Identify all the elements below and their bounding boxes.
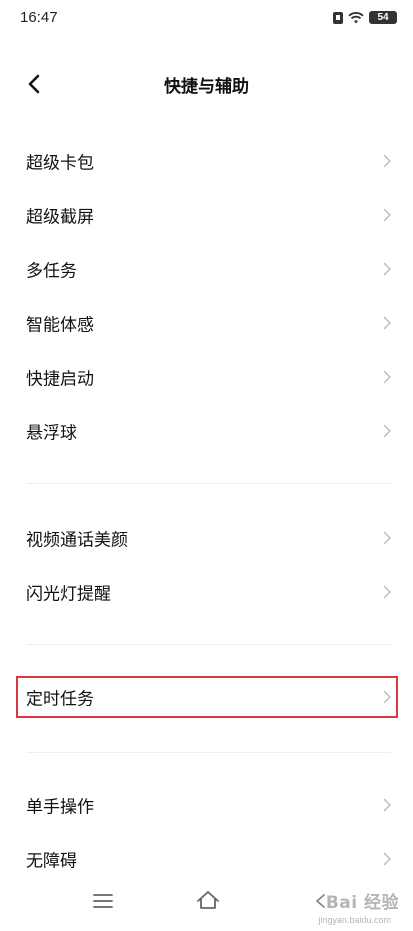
chevron-right-icon <box>383 852 392 866</box>
status-bar: 16:47 54 <box>0 0 413 40</box>
battery-indicator: 54 <box>369 11 397 24</box>
list-item-flash-reminder[interactable]: 闪光灯提醒 <box>0 565 413 619</box>
list-item-quick-launch[interactable]: 快捷启动 <box>0 350 413 404</box>
list-item-smart-motion[interactable]: 智能体感 <box>0 296 413 350</box>
highlight-box <box>16 676 398 718</box>
chevron-right-icon <box>383 316 392 330</box>
watermark-logo: Bai 经验 <box>325 893 399 913</box>
list-item-one-hand-mode[interactable]: 单手操作 <box>0 778 413 832</box>
list-item-label: 无障碍 <box>26 851 77 872</box>
section-divider <box>26 483 391 484</box>
menu-icon[interactable] <box>93 893 113 909</box>
list-item-multitask[interactable]: 多任务 <box>0 242 413 296</box>
list-item-label: 单手操作 <box>26 797 94 818</box>
list-item-super-card-pack[interactable]: 超级卡包 <box>0 134 413 188</box>
list-item-label: 快捷启动 <box>26 369 94 390</box>
chevron-right-icon <box>383 262 392 276</box>
header: 快捷与辅助 <box>0 60 413 108</box>
list-item-label: 智能体感 <box>26 315 94 336</box>
section-divider <box>26 644 391 645</box>
section-divider <box>26 752 391 753</box>
list-item-floating-ball[interactable]: 悬浮球 <box>0 404 413 458</box>
list-item-label: 视频通话美颜 <box>26 530 128 551</box>
chevron-right-icon <box>383 531 392 545</box>
list-item-label: 闪光灯提醒 <box>26 584 111 605</box>
navigation-bar: Bai 经验 jingyan.baidu.com <box>0 871 413 931</box>
chevron-right-icon <box>383 424 392 438</box>
page-title: 快捷与辅助 <box>164 77 249 97</box>
status-icons: 54 <box>333 11 397 24</box>
list-item-label: 悬浮球 <box>26 423 77 444</box>
status-time: 16:47 <box>20 9 58 26</box>
list-item-label: 超级截屏 <box>26 207 94 228</box>
list-item-label: 超级卡包 <box>26 153 94 174</box>
list-item-video-call-beauty[interactable]: 视频通话美颜 <box>0 511 413 565</box>
chevron-right-icon <box>383 585 392 599</box>
chevron-right-icon <box>383 370 392 384</box>
chevron-right-icon <box>383 154 392 168</box>
chevron-right-icon <box>383 208 392 222</box>
list-item-super-screenshot[interactable]: 超级截屏 <box>0 188 413 242</box>
chevron-right-icon <box>383 798 392 812</box>
home-icon[interactable] <box>196 889 220 911</box>
wifi-icon <box>348 11 364 24</box>
watermark-url: jingyan.baidu.com <box>318 915 391 925</box>
sim-icon <box>333 11 343 24</box>
list-item-label: 多任务 <box>26 261 77 282</box>
